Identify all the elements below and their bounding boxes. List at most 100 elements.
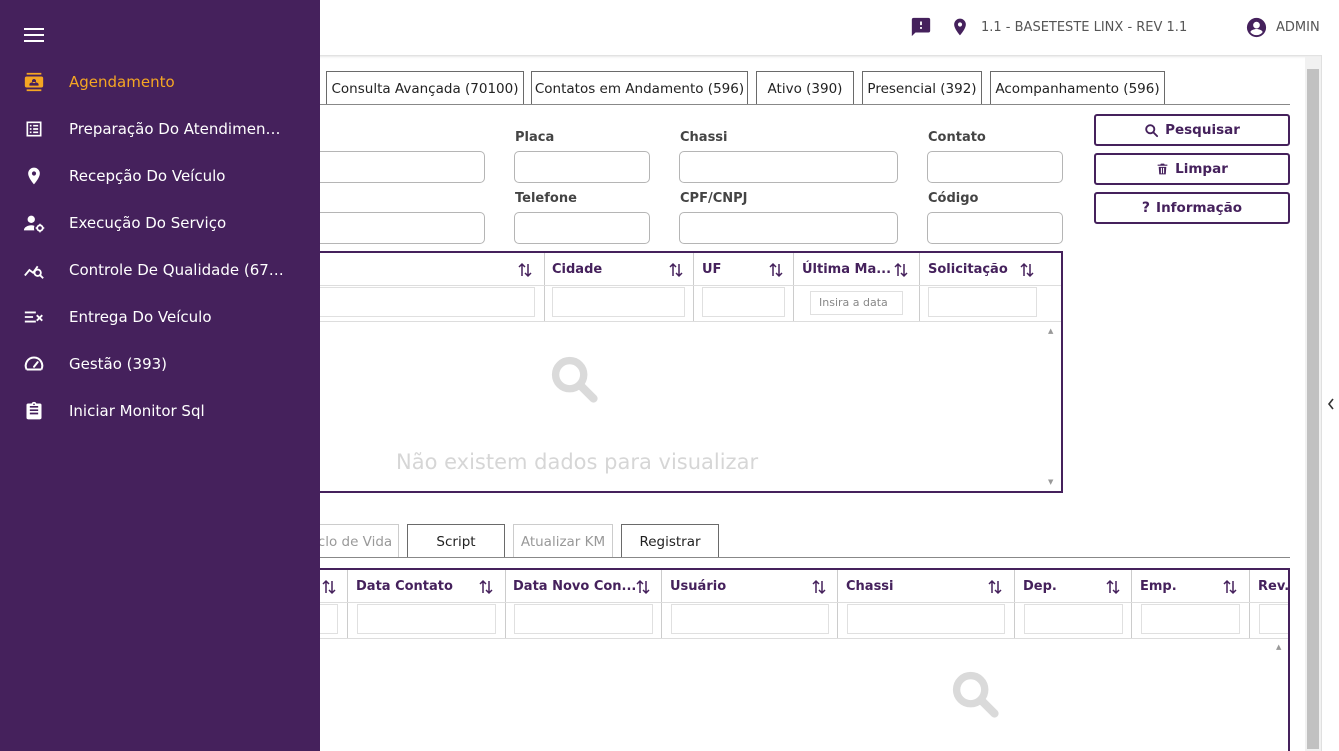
chassi-label: Chassi — [680, 130, 728, 145]
codigo-label: Código — [928, 191, 979, 206]
side-panel-toggle[interactable] — [1321, 55, 1339, 751]
sidebar-item-recepcao[interactable]: Recepção Do Veículo — [0, 156, 320, 196]
empty-message: Não existem dados para visualizar — [396, 450, 759, 474]
sidebar-item-label: Recepção Do Veículo — [69, 167, 226, 185]
sidebar-item-agendamento[interactable]: Agendamento — [0, 62, 320, 102]
sidebar-item-label: Execução Do Serviço — [69, 214, 227, 232]
sidebar-menu: Agendamento Preparação Do Atendiment... … — [0, 0, 320, 751]
filter-date-input[interactable]: Insira a data — [810, 291, 903, 315]
filter-uf-input[interactable] — [702, 287, 785, 317]
results-grid: Cidade UF Última Ma... Solicitação Insir… — [300, 251, 1063, 493]
search-icon — [1145, 123, 1159, 137]
telefone-field[interactable] — [514, 212, 650, 244]
informacao-button[interactable]: ? Informação — [1094, 192, 1290, 224]
filter-rev-input[interactable] — [1259, 604, 1288, 634]
list-icon — [23, 118, 45, 140]
search-icon — [551, 356, 598, 403]
sort-icon[interactable] — [320, 578, 338, 596]
filter-emp-input[interactable] — [1141, 604, 1240, 634]
tab-acompanhamento[interactable]: Acompanhamento (596) — [990, 71, 1165, 105]
filter-divider — [302, 321, 1061, 322]
limpar-button[interactable]: Limpar — [1094, 153, 1290, 185]
filter-data-novo-input[interactable] — [514, 604, 653, 634]
page-scrollbar[interactable] — [1305, 57, 1321, 751]
sidebar-item-gestao[interactable]: Gestão (393) — [0, 344, 320, 384]
sidebar-item-execucao[interactable]: Execução Do Serviço — [0, 203, 320, 243]
tab-presencial[interactable]: Presencial (392) — [862, 71, 982, 105]
filter-input[interactable] — [302, 287, 535, 317]
sidebar-item-monitor-sql[interactable]: Iniciar Monitor Sql — [0, 391, 320, 431]
checklist-x-icon — [23, 306, 45, 328]
sidebar-item-label: Iniciar Monitor Sql — [69, 402, 205, 420]
location-pin-icon — [23, 165, 45, 187]
tab-script[interactable]: Script — [407, 524, 505, 558]
scroll-up-arrow[interactable]: ▲ — [1276, 643, 1281, 651]
header-divider — [302, 602, 1288, 603]
filter-solicitacao-input[interactable] — [928, 287, 1037, 317]
sort-icon[interactable] — [667, 261, 685, 279]
tab-atualizar-km[interactable]: Atualizar KM — [513, 524, 613, 558]
account-circle-icon — [1245, 16, 1268, 39]
sort-icon[interactable] — [516, 261, 534, 279]
scroll-down-arrow[interactable]: ▼ — [1048, 478, 1053, 486]
tab-consulta-avancada[interactable]: Consulta Avançada (70100) — [326, 71, 524, 105]
placa-label: Placa — [515, 130, 555, 145]
scrollbar-thumb[interactable] — [1307, 69, 1319, 749]
sort-icon[interactable] — [1018, 261, 1036, 279]
cpf-field[interactable] — [679, 212, 898, 244]
tab-ciclo-de-vida[interactable]: clo de Vida — [312, 524, 399, 558]
hamburger-menu-icon[interactable] — [24, 27, 44, 43]
sort-icon[interactable] — [986, 578, 1004, 596]
column-header-rev[interactable]: Rev. — [1250, 570, 1288, 602]
bottom-tabs-divider — [320, 557, 1290, 558]
filter-cidade-input[interactable] — [552, 287, 685, 317]
search-icon — [952, 671, 999, 718]
pesquisar-label: Pesquisar — [1165, 122, 1240, 138]
informacao-label: Informação — [1156, 200, 1243, 216]
chart-search-icon — [23, 259, 45, 281]
sort-icon[interactable] — [477, 578, 495, 596]
user-name: ADMIN — [1276, 19, 1320, 35]
chassi-field[interactable] — [679, 151, 898, 183]
sort-icon[interactable] — [767, 261, 785, 279]
sidebar-item-label: Agendamento — [69, 73, 175, 91]
sort-icon[interactable] — [1104, 578, 1122, 596]
tab-contatos-andamento[interactable]: Contatos em Andamento (596) — [531, 71, 748, 105]
filter-divider — [302, 638, 1288, 639]
filter-usuario-input[interactable] — [671, 604, 829, 634]
scroll-up-arrow[interactable]: ▲ — [1048, 327, 1053, 335]
clipboard-icon — [23, 400, 45, 422]
placa-field[interactable] — [514, 151, 650, 183]
address-field[interactable] — [300, 212, 485, 244]
codigo-field[interactable] — [927, 212, 1063, 244]
sort-icon[interactable] — [1221, 578, 1239, 596]
sort-icon[interactable] — [810, 578, 828, 596]
tab-registrar[interactable]: Registrar — [621, 524, 719, 558]
calendar-contact-icon — [23, 71, 45, 93]
sidebar-item-entrega[interactable]: Entrega Do Veículo — [0, 297, 320, 337]
cpf-label: CPF/CNPJ — [680, 191, 748, 206]
question-icon: ? — [1141, 200, 1151, 216]
location-selector[interactable]: 1.1 - BASETESTE LINX - REV 1.1 — [950, 14, 1187, 40]
contato-field[interactable] — [927, 151, 1063, 183]
sidebar-item-preparacao[interactable]: Preparação Do Atendiment... — [0, 109, 320, 149]
pesquisar-button[interactable]: Pesquisar — [1094, 114, 1290, 146]
sidebar-item-label: Gestão (393) — [69, 355, 168, 373]
user-menu[interactable]: ADMIN — [1245, 14, 1320, 40]
location-pin-icon — [950, 16, 970, 38]
tabs-divider — [320, 104, 1290, 105]
sidebar-item-label: Preparação Do Atendiment... — [69, 120, 284, 138]
name-field[interactable] — [300, 151, 485, 183]
filter-data-contato-input[interactable] — [357, 604, 496, 634]
tab-ativo[interactable]: Ativo (390) — [756, 71, 854, 105]
filter-dep-input[interactable] — [1024, 604, 1123, 634]
sort-icon[interactable] — [634, 578, 652, 596]
contacts-grid: Data Contato Data Novo Con... Usuário Ch… — [300, 568, 1290, 751]
contato-label: Contato — [928, 130, 986, 145]
filter-chassi-input[interactable] — [847, 604, 1005, 634]
sidebar-item-controle-qualidade[interactable]: Controle De Qualidade (670) — [0, 250, 320, 290]
sort-icon[interactable] — [892, 261, 910, 279]
chat-alert-icon[interactable] — [910, 14, 932, 40]
location-label: 1.1 - BASETESTE LINX - REV 1.1 — [981, 19, 1188, 35]
telefone-label: Telefone — [515, 191, 577, 206]
